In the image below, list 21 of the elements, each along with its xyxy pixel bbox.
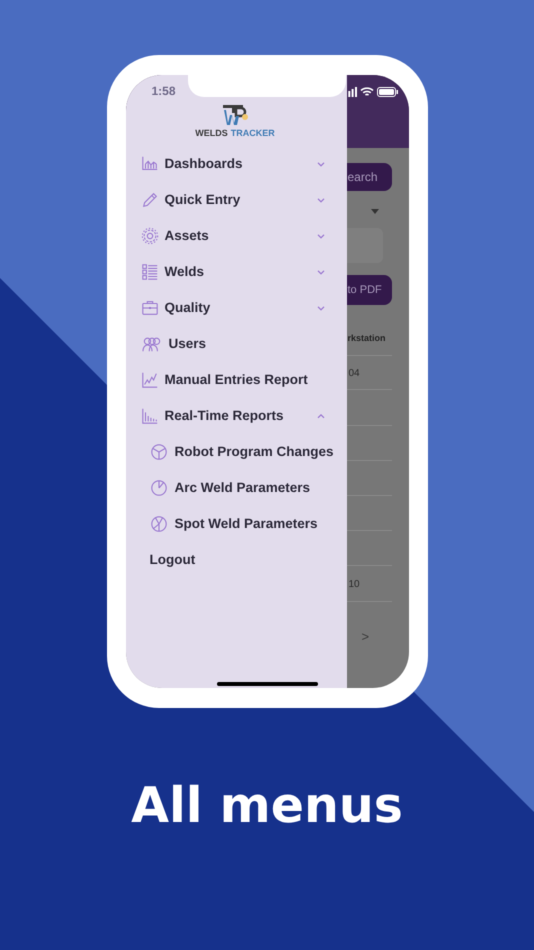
logo-text: WELDS bbox=[195, 129, 228, 138]
search-button[interactable]: earch bbox=[346, 163, 392, 191]
menu-item[interactable]: Quality bbox=[126, 290, 346, 326]
menu-item[interactable]: Manual Entries Report bbox=[126, 362, 346, 398]
export-pdf-button[interactable]: to PDF bbox=[346, 275, 392, 305]
submenu-item[interactable]: Spot Weld Parameters bbox=[126, 506, 346, 542]
menu-item[interactable]: Assets bbox=[126, 218, 346, 254]
table-cell-text: 10 bbox=[348, 578, 360, 592]
table-cell-text: 04 bbox=[348, 366, 360, 380]
status-time: 1:58 bbox=[152, 85, 176, 97]
submenu-item[interactable]: Robot Program Changes bbox=[126, 434, 346, 470]
column-header: rkstation bbox=[346, 332, 386, 345]
logo-text: TRACKER bbox=[230, 129, 275, 138]
menu-item[interactable]: Users bbox=[126, 326, 346, 362]
caption-text: All menus bbox=[131, 781, 403, 830]
submenu-item[interactable]: Arc Weld Parameters bbox=[126, 470, 346, 506]
menu-item[interactable]: Real-Time Reports bbox=[126, 398, 346, 434]
menu-item[interactable]: Dashboards bbox=[126, 146, 346, 182]
menu-item[interactable]: Welds bbox=[126, 254, 346, 290]
menu-item[interactable]: Quick Entry bbox=[126, 182, 346, 218]
menu-item[interactable]: Logout bbox=[126, 542, 346, 578]
